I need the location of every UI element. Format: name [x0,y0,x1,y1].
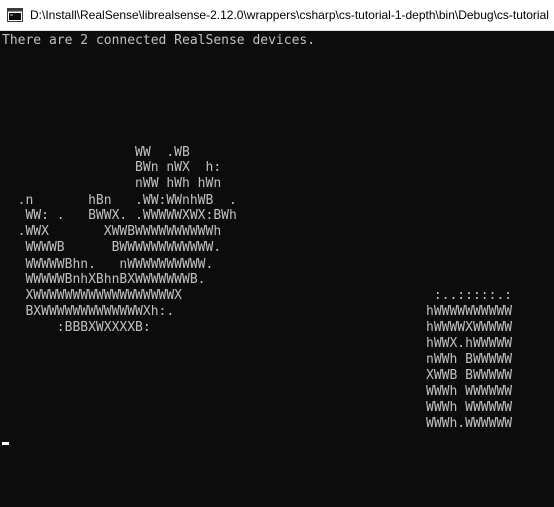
art-line-left: .n hBn .WW:WWnhWB . [2,193,237,208]
art-line-left: BWn nWX h: [2,160,222,175]
art-line-left: .WWX XWWBWWWWWWWWWWh [2,224,222,239]
art-line-right: hWWWWWWWWWW [426,304,513,319]
art-line-right: XWWB BWWWWW [426,368,513,383]
art-line-left: nWW hWh hWn [2,176,222,191]
art-line-right: WWWh WWWWWW [426,384,513,399]
art-line-left: WW: . BWWX. .WWWWWXWX:BWh [2,208,237,223]
art-line-right: WWWh WWWWWW [426,400,513,415]
art-line-right: nWWh BWWWWW [426,352,513,367]
window-title: D:\Install\RealSense\librealsense-2.12.0… [30,8,549,22]
title-bar[interactable]: D:\Install\RealSense\librealsense-2.12.0… [0,0,554,31]
art-line-left: XWWWWWWWWWWWWWWWWWWX [2,288,183,303]
art-line-left: WW .WB [2,145,190,160]
art-line-left: :BBBXWXXXXB: [2,320,151,335]
art-line-left: WWWWWBnhXBhnBXWWWWWWWB. [2,272,206,287]
art-line-right: WWWh.WWWWWW [426,416,513,431]
status-line: There are 2 connected RealSense devices. [2,33,316,48]
console-icon [7,8,23,22]
art-line-left: WWWWWBhn. nWWWWWWWWWW. [2,257,214,272]
text-cursor [2,442,9,445]
console-output[interactable]: There are 2 connected RealSense devices.… [0,31,554,507]
art-line-left: BXWWWWWWWWWWWWWXh:. [2,304,175,319]
art-line-right: :..:::::.: [426,288,513,303]
console-window: D:\Install\RealSense\librealsense-2.12.0… [0,0,554,507]
art-line-left: WWWWB BWWWWWWWWWWWW. [2,240,222,255]
art-line-right: hWWX.hWWWWW [426,336,513,351]
art-line-right: hWWWWXWWWWW [426,320,513,335]
